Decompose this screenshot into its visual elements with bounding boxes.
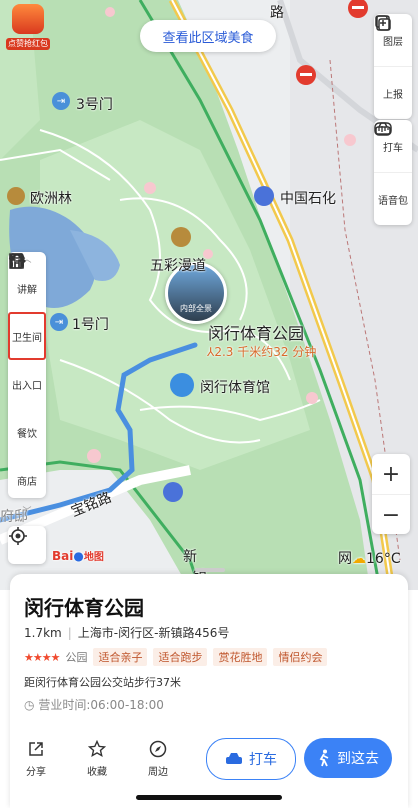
nearby-button[interactable]: 周边 bbox=[138, 740, 178, 778]
share-label: 分享 bbox=[26, 767, 46, 778]
label-gate3[interactable]: 3号门 bbox=[76, 94, 113, 114]
tag-item[interactable]: 适合跑步 bbox=[153, 648, 208, 666]
tag-item[interactable]: 情侣约会 bbox=[273, 648, 328, 666]
place-address: 上海市-闵行区-新镇路456号 bbox=[77, 626, 230, 640]
right-toolbar-top: 图层 上报 bbox=[374, 14, 412, 119]
sun-icon: ☁ bbox=[352, 551, 366, 567]
dining-label: 餐饮 bbox=[17, 428, 37, 440]
rating-stars: ★★★★ bbox=[24, 650, 60, 664]
locate-me-button[interactable] bbox=[8, 526, 46, 564]
label-weather: 网☁16°C bbox=[338, 551, 401, 567]
report-button[interactable]: 上报 bbox=[374, 15, 412, 119]
zoom-in-button[interactable]: + bbox=[372, 454, 410, 494]
category-dining[interactable]: 餐饮 bbox=[8, 253, 46, 456]
favorite-button[interactable]: 收藏 bbox=[77, 740, 117, 778]
go-here-button[interactable]: 到这去 bbox=[304, 738, 392, 778]
label-road-top: 路 bbox=[270, 5, 284, 21]
poi-category-toolbar: ︿ 讲解 卫生间 出入口 餐饮 商店 ﹀ bbox=[8, 252, 46, 517]
chevron-down-icon[interactable]: ﹀ bbox=[8, 504, 46, 517]
report-icon bbox=[376, 15, 390, 31]
label-walk-distance: ⅄2.3 千米约32 分钟 bbox=[207, 345, 317, 359]
voice-pack-icon bbox=[374, 122, 392, 136]
gate-icon[interactable]: ⇥ bbox=[50, 313, 68, 331]
divider-bar: | bbox=[67, 626, 72, 640]
label-gate1[interactable]: 1号门 bbox=[72, 314, 109, 334]
voice-pack-label: 语音包 bbox=[378, 195, 408, 207]
car-icon bbox=[226, 753, 242, 764]
category-restroom[interactable]: 卫生间 bbox=[8, 253, 46, 360]
walk-icon bbox=[319, 749, 329, 767]
search-area-food-button[interactable]: 查看此区域美食 bbox=[140, 20, 276, 52]
opening-hours: ◷ 营业时间:06:00-18:00 bbox=[24, 698, 164, 712]
bus-stop-walk-info: 距闵行体育公园公交站步行37米 bbox=[24, 676, 181, 689]
voice-pack-button[interactable]: 语音包 bbox=[374, 122, 412, 225]
map-view[interactable]: 内部全景 点赞抢红包 查看此区域美食 ⇥ 3号门 欧洲林 中国石化 五彩漫道 ⇥… bbox=[0, 0, 418, 590]
place-meta: 1.7km | 上海市-闵行区-新镇路456号 bbox=[24, 624, 229, 641]
compass-icon bbox=[149, 740, 167, 758]
taxi-cta-button[interactable]: 打车 bbox=[206, 738, 296, 780]
label-stadium[interactable]: 闵行体育馆 bbox=[200, 377, 270, 397]
taxi-cta-label: 打车 bbox=[249, 752, 277, 768]
zoom-control: + − bbox=[372, 454, 410, 534]
promo-label: 点赞抢红包 bbox=[6, 38, 50, 50]
action-bar: 分享 收藏 周边 打车 到这去 bbox=[10, 734, 408, 794]
shop-label: 商店 bbox=[17, 476, 37, 488]
tag-item[interactable]: 赏花胜地 bbox=[213, 648, 268, 666]
restroom-label: 卫生间 bbox=[12, 332, 42, 344]
place-card[interactable]: 闵行体育公园 1.7km | 上海市-闵行区-新镇路456号 ★★★★ 公园 适合亲… bbox=[10, 568, 408, 808]
category-shop[interactable]: 商店 bbox=[8, 253, 46, 504]
taxi-label: 打车 bbox=[383, 142, 403, 154]
tag-item[interactable]: 适合亲子 bbox=[93, 648, 148, 666]
share-icon bbox=[29, 742, 43, 756]
category-guide[interactable]: 讲解 bbox=[8, 254, 46, 312]
place-title: 闵行体育公园 bbox=[24, 596, 144, 620]
label-europe-forest[interactable]: 欧洲林 bbox=[30, 188, 72, 208]
place-category: 公园 bbox=[65, 651, 88, 664]
place-tags: ★★★★ 公园 适合亲子 适合跑步 赏花胜地 情侣约会 bbox=[24, 648, 328, 666]
locate-icon bbox=[9, 527, 27, 545]
label-sinopec[interactable]: 中国石化 bbox=[280, 188, 336, 208]
report-label: 上报 bbox=[383, 89, 403, 101]
gift-icon bbox=[12, 4, 44, 34]
baidu-logo: Bai●地图 bbox=[52, 549, 104, 563]
label-colorful-trail[interactable]: 五彩漫道 bbox=[150, 255, 206, 275]
zoom-out-button[interactable]: − bbox=[372, 494, 410, 535]
clock-icon: ◷ bbox=[24, 698, 35, 712]
drag-handle[interactable] bbox=[195, 568, 225, 572]
home-indicator[interactable] bbox=[136, 795, 282, 800]
share-button[interactable]: 分享 bbox=[16, 740, 56, 778]
panorama-label: 内部全景 bbox=[180, 304, 212, 313]
place-distance: 1.7km bbox=[24, 626, 62, 640]
label-park-name[interactable]: 闵行体育公园 bbox=[208, 320, 304, 344]
gate-icon[interactable]: ⇥ bbox=[52, 92, 70, 110]
guide-label: 讲解 bbox=[17, 284, 37, 296]
go-here-label: 到这去 bbox=[337, 751, 379, 767]
favorite-label: 收藏 bbox=[87, 767, 107, 778]
shop-icon bbox=[8, 253, 26, 269]
category-exit[interactable]: 出入口 bbox=[8, 253, 46, 408]
right-toolbar-bottom: 打车 语音包 bbox=[374, 120, 412, 225]
layers-label: 图层 bbox=[383, 36, 403, 48]
exit-label: 出入口 bbox=[12, 380, 42, 392]
star-icon bbox=[88, 740, 106, 758]
label-road-xin: 新 bbox=[183, 549, 197, 565]
nearby-label: 周边 bbox=[148, 767, 168, 778]
promo-redpacket[interactable]: 点赞抢红包 bbox=[6, 4, 50, 50]
